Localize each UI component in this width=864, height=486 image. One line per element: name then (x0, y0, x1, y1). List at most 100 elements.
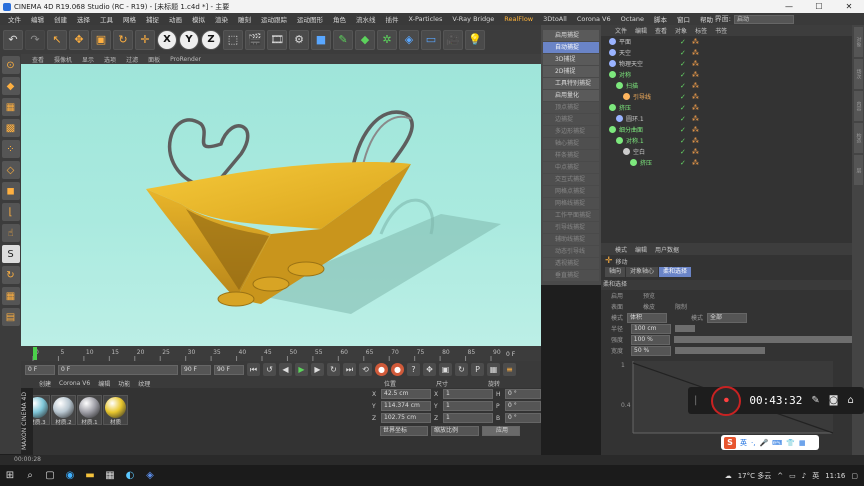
visibility-check-icon[interactable]: ✓ (680, 93, 686, 101)
make-editable-icon[interactable]: ⊙ (1, 56, 20, 74)
search-icon[interactable]: ⌕ (20, 465, 40, 486)
maximize-button[interactable]: ☐ (804, 0, 834, 13)
viewport-menu-item[interactable]: ProRender (165, 56, 206, 63)
viewport-menu-item[interactable]: 过滤 (121, 55, 143, 64)
falloff-dropdown[interactable]: 全部 (707, 312, 748, 323)
deformer-icon[interactable]: ◈ (399, 29, 419, 50)
menu-item[interactable]: 3DtoAll (538, 15, 572, 23)
snap-plugin-item[interactable]: 网格点捕捉 (543, 186, 599, 197)
attribute-tab[interactable]: 柔和选择 (659, 267, 692, 277)
voice-icon[interactable]: 🎤 (759, 439, 768, 447)
object-tags-icon[interactable]: ⁂ (692, 115, 699, 123)
viewport-menu-item[interactable]: 面板 (143, 55, 165, 64)
prev-key-icon[interactable]: ↺ (263, 363, 276, 376)
texture-mode-icon[interactable]: ▦ (1, 98, 20, 116)
menu-item[interactable]: 工具 (95, 14, 118, 24)
network-icon[interactable]: ▭ (789, 472, 796, 480)
file-explorer-icon[interactable]: ▬ (80, 465, 100, 486)
snap-plugin-item[interactable]: 引导线捕捉 (543, 222, 599, 233)
position-key-icon[interactable]: ✥ (423, 363, 436, 376)
rotation-key-icon[interactable]: ↻ (455, 363, 468, 376)
playhead[interactable] (33, 347, 37, 360)
preview-checkbox-label[interactable]: 预览 (643, 291, 655, 300)
tray-expand-icon[interactable]: ^ (777, 472, 783, 480)
axis-mode-icon[interactable]: ⌊ (1, 203, 20, 221)
points-mode-icon[interactable]: ⁘ (1, 140, 20, 158)
goto-start-icon[interactable]: ⏮ (247, 363, 260, 376)
width-field[interactable]: 50 % (631, 345, 671, 356)
object-tags-icon[interactable]: ⁂ (692, 38, 699, 46)
object-tags-icon[interactable]: ⁂ (692, 49, 699, 57)
material-menu-item[interactable]: Corona V6 (55, 380, 94, 387)
visibility-check-icon[interactable]: ✓ (680, 71, 686, 79)
object-row[interactable]: 细分曲面 ✓ ⁂ (601, 124, 852, 135)
ime-language[interactable]: 英 (740, 438, 747, 448)
keyframe-selection-icon[interactable]: ? (407, 363, 420, 376)
play-icon[interactable]: ▶ (295, 363, 308, 376)
menu-item[interactable]: 动画 (164, 14, 187, 24)
param-key-icon[interactable]: P (471, 363, 484, 376)
scale-mode-dropdown[interactable]: 缩放比例 (431, 426, 479, 436)
edges-mode-icon[interactable]: ◇ (1, 161, 20, 179)
rotation-field[interactable]: 0 ° (505, 413, 541, 423)
material-menu-item[interactable]: 纹理 (134, 379, 154, 388)
render-settings-icon[interactable]: ⚙ (289, 29, 309, 50)
object-tags-icon[interactable]: ⁂ (692, 159, 699, 167)
menu-item[interactable]: Corona V6 (572, 15, 616, 23)
object-row[interactable]: 平面 ✓ ⁂ (601, 36, 852, 47)
material-swatch[interactable]: 材质.1 (77, 395, 102, 426)
snap-plugin-item[interactable]: 多边形捕捉 (543, 126, 599, 137)
camera-icon[interactable]: 🎥 (443, 29, 463, 50)
render-picture-viewer-icon[interactable]: 🎞 (267, 29, 287, 50)
menu-item[interactable]: 选择 (72, 14, 95, 24)
polygons-mode-icon[interactable]: ◼ (1, 182, 20, 200)
viewport-menu-item[interactable]: 查看 (27, 55, 49, 64)
radius-slider[interactable] (675, 325, 695, 332)
menu-item[interactable]: 网格 (118, 14, 141, 24)
snap-plugin-item[interactable]: 中点捕捉 (543, 162, 599, 173)
attribute-menu-item[interactable]: 用户数据 (651, 245, 683, 254)
snap-icon[interactable]: S (1, 245, 20, 263)
snap-plugin-item[interactable]: 2D捕捉 (543, 66, 599, 77)
pen-spline-icon[interactable]: ✎ (333, 29, 353, 50)
rotation-field[interactable]: 0 ° (505, 401, 541, 411)
object-menu-item[interactable]: 查看 (651, 26, 671, 35)
object-row[interactable]: 物理天空 ✓ ⁂ (601, 58, 852, 69)
object-row[interactable]: 天空 ✓ ⁂ (601, 47, 852, 58)
start-frame-field[interactable]: 0 F (25, 364, 55, 375)
object-row[interactable]: 引导线 ✓ ⁂ (601, 91, 852, 102)
object-tags-icon[interactable]: ⁂ (692, 104, 699, 112)
visibility-check-icon[interactable]: ✓ (680, 60, 686, 68)
sogou-logo-icon[interactable]: S (724, 436, 736, 449)
cinema4d-task-icon[interactable]: ◈ (140, 465, 160, 486)
menu-item[interactable]: 雕刻 (233, 14, 256, 24)
snap-plugin-item[interactable]: 顶点捕捉 (543, 102, 599, 113)
object-row[interactable]: 对称.1 ✓ ⁂ (601, 135, 852, 146)
next-frame-icon[interactable]: ▶ (311, 363, 324, 376)
volume-icon[interactable]: ♪ (802, 472, 806, 480)
edge-browser-icon[interactable]: ◉ (60, 465, 80, 486)
move-icon[interactable]: ✥ (69, 29, 89, 50)
visibility-check-icon[interactable]: ✓ (680, 159, 686, 167)
coordinate-system-icon[interactable]: ⬚ (223, 29, 243, 50)
scale-key-icon[interactable]: ▣ (439, 363, 452, 376)
camera-snapshot-icon[interactable]: ◙ (829, 395, 839, 406)
loop-icon[interactable]: ⟲ (359, 363, 372, 376)
snap-plugin-item[interactable]: 工具特别捕捉 (543, 78, 599, 89)
object-tags-icon[interactable]: ⁂ (692, 148, 699, 156)
visibility-check-icon[interactable]: ✓ (680, 148, 686, 156)
strength-field[interactable]: 100 % (630, 334, 671, 345)
viewport-menu-item[interactable]: 显示 (77, 55, 99, 64)
x-axis-lock-icon[interactable]: X (157, 29, 177, 50)
light-icon[interactable]: 💡 (465, 29, 485, 50)
position-field[interactable]: 42.5 cm (381, 389, 431, 399)
visibility-check-icon[interactable]: ✓ (680, 137, 686, 145)
menu-item[interactable]: 运动跟踪 (256, 14, 292, 24)
content-browser-side-tab[interactable]: 内容 (853, 91, 863, 121)
close-button[interactable]: ✕ (834, 0, 864, 13)
snap-plugin-item[interactable]: 辅助线捕捉 (543, 234, 599, 245)
mode-dropdown[interactable]: 体积 (627, 312, 668, 323)
visibility-check-icon[interactable]: ✓ (680, 38, 686, 46)
floor-icon[interactable]: ▭ (421, 29, 441, 50)
snap-plugin-item[interactable]: 轴心捕捉 (543, 138, 599, 149)
